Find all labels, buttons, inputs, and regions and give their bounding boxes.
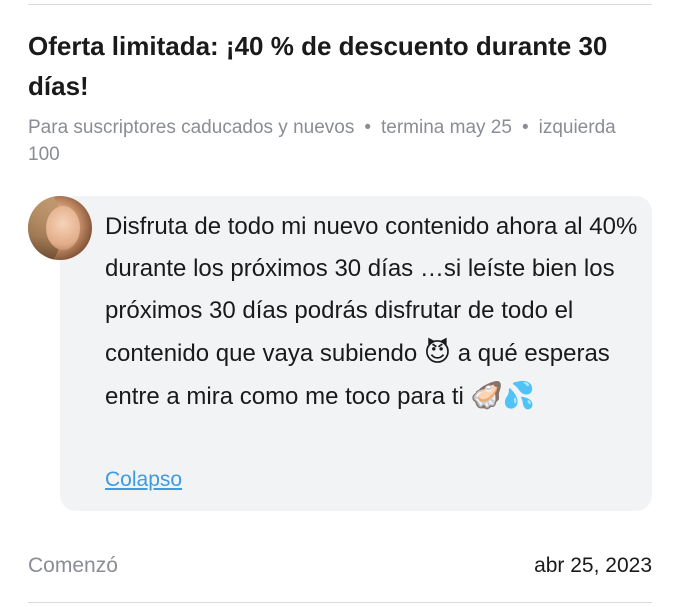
sweat-droplets-emoji-icon: 💦 (502, 381, 536, 411)
avatar-face-shape (46, 206, 80, 250)
offer-end-date: termina may 25 (381, 117, 512, 138)
collapse-link[interactable]: Colapso (105, 466, 182, 494)
bottom-divider (28, 602, 652, 603)
offer-meta: Para suscriptores caducados y nuevos • ter… (28, 114, 638, 168)
meta-separator: • (521, 117, 529, 138)
offer-audience: Para suscriptores caducados y nuevos (28, 117, 355, 138)
started-label: Comenzó (28, 554, 118, 577)
creator-avatar[interactable] (28, 196, 92, 260)
oyster-emoji-icon: 🦪 (470, 381, 503, 411)
offer-title: Oferta limitada: ¡40 % de descuento dura… (28, 31, 608, 101)
top-divider (28, 4, 652, 5)
message-text: Disfruta de todo mi nuevo contenido ahor… (105, 206, 640, 418)
smiling-devil-emoji-icon: 😈 (423, 338, 452, 368)
started-date: abr 25, 2023 (534, 554, 652, 577)
meta-separator: • (364, 117, 371, 138)
